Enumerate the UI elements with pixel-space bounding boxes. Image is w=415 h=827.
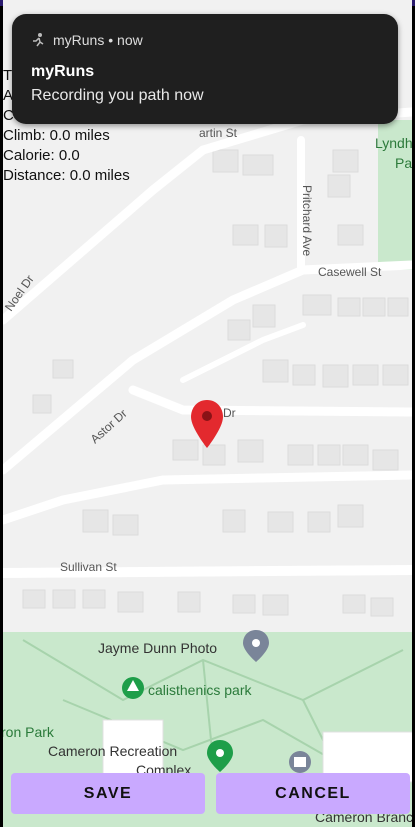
library-pin-icon[interactable] [289, 751, 311, 773]
app-screen: artin St Pritchard Ave Casewell St Noel … [3, 0, 412, 827]
notification-message: Recording you path now [31, 87, 204, 104]
notification-separator: • [104, 32, 118, 48]
notification-app-name: myRuns [53, 32, 105, 48]
park-icon[interactable] [122, 677, 144, 699]
park-label-lyndh: Lyndh [375, 135, 412, 151]
notification-title: myRuns [31, 63, 95, 80]
place-label-park: calisthenics park [148, 682, 252, 698]
stat-distance: Distance: 0.0 miles [3, 167, 130, 184]
cancel-button[interactable]: CANCEL [216, 773, 410, 814]
street-label-dr: Dr [223, 406, 236, 420]
place-label-recreation: Cameron Recreation [48, 743, 177, 759]
run-icon [33, 33, 44, 47]
stat-climb: Climb: 0.0 miles [3, 127, 110, 144]
stat-calorie: Calorie: 0.0 [3, 147, 80, 164]
place-label-photo: Jayme Dunn Photo [98, 640, 217, 656]
street-label-sullivan: Sullivan St [60, 560, 117, 574]
street-label-martin: artin St [199, 126, 238, 140]
notification-card[interactable]: myRuns • now myRuns Recording you path n… [12, 14, 398, 124]
save-button[interactable]: SAVE [11, 773, 205, 814]
street-label-pritchard: Pritchard Ave [300, 185, 314, 256]
notification-time: now [117, 32, 143, 48]
park-label-lyndh-2: Pa [395, 155, 412, 171]
street-label-casewell: Casewell St [318, 265, 382, 279]
place-label-ron-park: ron Park [3, 724, 55, 740]
notification-header: myRuns • now [30, 32, 143, 48]
